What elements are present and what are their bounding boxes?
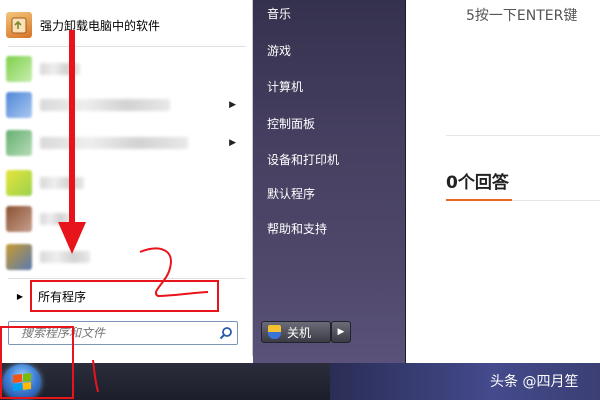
all-programs-label: 所有程序 (38, 289, 87, 304)
program-label (40, 99, 170, 111)
shutdown-button[interactable]: 关机 (261, 321, 331, 343)
program-item-blurred[interactable]: ▶ (6, 88, 246, 122)
program-icon (6, 206, 32, 232)
program-label: 强力卸载电脑中的软件 (40, 18, 161, 33)
program-label (40, 177, 84, 189)
start-menu-program-list: 强力卸载电脑中的软件 ▶ ▶ ▶ 所有程序 (0, 0, 253, 356)
chevron-right-icon: ▶ (337, 327, 345, 337)
program-label (40, 213, 70, 225)
menu-item-games[interactable]: 游戏 (267, 42, 291, 59)
start-menu-places: 音乐 游戏 计算机 控制面板 设备和打印机 默认程序 帮助和支持 关机 ▶ (253, 0, 406, 363)
program-uninstaller[interactable]: 强力卸载电脑中的软件 (6, 8, 246, 42)
chevron-right-icon[interactable]: ▶ (229, 100, 236, 110)
menu-item-computer[interactable]: 计算机 (267, 78, 303, 95)
menu-item-control-panel[interactable]: 控制面板 (267, 115, 315, 132)
program-item-blurred[interactable] (6, 240, 246, 274)
program-icon (6, 170, 32, 196)
program-label (40, 137, 188, 149)
watermark: 头条 @四月笙 (490, 374, 579, 390)
search-input[interactable] (9, 325, 215, 341)
menu-item-default-programs[interactable]: 默认程序 (267, 185, 315, 202)
search-icon[interactable] (215, 326, 237, 340)
triangle-right-icon: ▶ (16, 291, 24, 301)
shutdown-label: 关机 (287, 325, 312, 340)
answers-count-tab[interactable]: 0个回答 (446, 168, 509, 193)
program-icon (6, 56, 32, 82)
shutdown-shield-icon (268, 325, 281, 339)
program-item-blurred[interactable] (6, 166, 246, 200)
uninstall-icon (6, 12, 32, 38)
program-item-blurred[interactable] (6, 202, 246, 236)
divider (446, 135, 600, 136)
chevron-right-icon[interactable]: ▶ (229, 138, 236, 148)
menu-item-music[interactable]: 音乐 (267, 5, 291, 22)
start-button[interactable] (3, 364, 41, 400)
menu-item-devices-printers[interactable]: 设备和打印机 (267, 151, 339, 168)
program-icon (6, 130, 32, 156)
program-icon (6, 92, 32, 118)
program-label (40, 251, 90, 263)
answers-tab-underline (446, 199, 512, 201)
program-icon (6, 244, 32, 270)
program-item-blurred[interactable]: ▶ (6, 126, 246, 160)
question-hint: 5按一下ENTER键 (466, 8, 578, 24)
program-label (40, 63, 80, 75)
menu-separator (8, 278, 246, 279)
windows-logo-icon (13, 373, 31, 391)
program-item-blurred[interactable] (6, 52, 246, 86)
shutdown-options-button[interactable]: ▶ (331, 321, 351, 343)
menu-separator (8, 46, 246, 47)
search-box[interactable] (8, 321, 238, 345)
menu-item-help-support[interactable]: 帮助和支持 (267, 220, 327, 237)
all-programs-button[interactable]: ▶ 所有程序 (6, 283, 246, 309)
